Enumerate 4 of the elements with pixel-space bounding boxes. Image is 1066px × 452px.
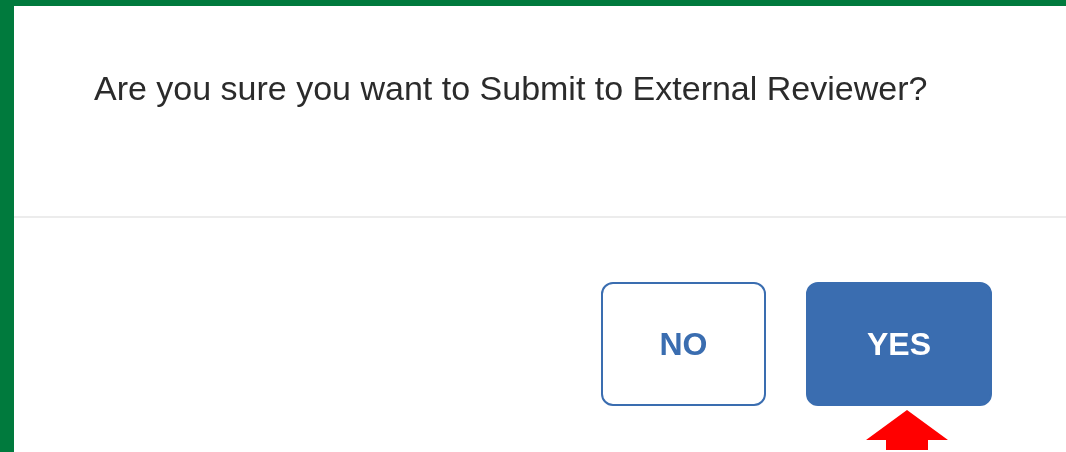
confirmation-message: Are you sure you want to Submit to External Reviewer? <box>94 68 929 109</box>
confirm-button[interactable]: YES <box>806 282 992 406</box>
cancel-button[interactable]: NO <box>601 282 766 406</box>
arrow-icon <box>866 410 948 450</box>
